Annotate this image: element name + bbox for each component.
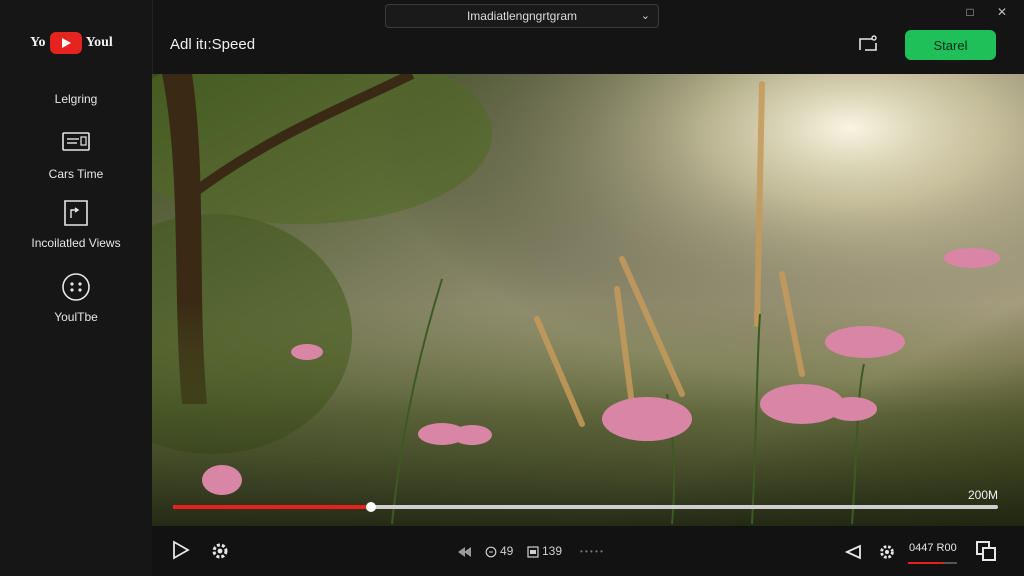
sidebar-item-label: YoulTbe bbox=[54, 310, 98, 324]
restore-icon[interactable]: □ bbox=[962, 5, 978, 19]
play-logo-icon bbox=[49, 32, 82, 54]
settings-gear-icon[interactable] bbox=[211, 542, 229, 565]
cast-icon[interactable] bbox=[857, 33, 879, 55]
close-icon[interactable]: ✕ bbox=[994, 5, 1010, 19]
fullscreen-icon[interactable] bbox=[975, 540, 997, 567]
sidebar-item-youltbe[interactable]: YoulTbe bbox=[0, 272, 152, 324]
sidebar-item-incoilatled-views[interactable]: Incoilatled Views bbox=[0, 198, 152, 250]
chevron-down-icon: ⌄ bbox=[640, 10, 650, 22]
volume-fill bbox=[908, 562, 944, 564]
clock-icon bbox=[485, 545, 497, 563]
volume-icon[interactable] bbox=[844, 544, 863, 565]
page-title: Adl itı:Speed bbox=[170, 36, 256, 53]
logo-text-left: Yo bbox=[30, 35, 46, 50]
time-readout: 0447 R00 bbox=[909, 542, 957, 554]
progress-handle[interactable] bbox=[366, 502, 376, 512]
progress-bar[interactable] bbox=[173, 502, 998, 512]
video-frame bbox=[152, 74, 1024, 526]
time-count-b: 139 bbox=[542, 544, 563, 558]
play-icon[interactable] bbox=[172, 540, 190, 565]
playback-dots: • • • • • bbox=[580, 547, 603, 556]
file-icon bbox=[61, 198, 91, 228]
start-button[interactable]: Starel bbox=[905, 30, 996, 60]
video-player[interactable]: 200M bbox=[152, 74, 1024, 526]
title-dropdown[interactable]: Imadiatlengngrtgram ⌄ bbox=[385, 4, 659, 28]
skip-back-icon[interactable] bbox=[458, 545, 472, 563]
quality-gear-icon[interactable] bbox=[879, 544, 895, 565]
sidebar-item-label: Incoilatled Views bbox=[31, 236, 121, 250]
sidebar-item-label: Lelgring bbox=[54, 92, 98, 106]
duration-label: 200M bbox=[967, 488, 998, 502]
volume-slider[interactable] bbox=[908, 562, 957, 564]
sidebar-item-label: Cars Time bbox=[48, 167, 104, 181]
sidebar: Yo Youl Lelgring Cars Time Incoilatled V… bbox=[0, 0, 153, 576]
youtube-logo[interactable]: Yo Youl bbox=[30, 31, 113, 55]
logo-text-right: Youl bbox=[85, 35, 113, 50]
sidebar-item-lelgring[interactable]: Lelgring bbox=[0, 92, 152, 106]
face-icon bbox=[61, 272, 91, 302]
screen-icon bbox=[61, 129, 91, 159]
title-dropdown-label: Imadiatlengngrtgram bbox=[466, 9, 578, 23]
progress-fill bbox=[173, 505, 371, 509]
player-controls: 49 139 • • • • • 0447 R00 bbox=[152, 526, 1024, 576]
time-count-a: 49 bbox=[500, 544, 514, 558]
sidebar-item-cars-time[interactable]: Cars Time bbox=[0, 129, 152, 181]
chapters-icon bbox=[527, 545, 539, 563]
